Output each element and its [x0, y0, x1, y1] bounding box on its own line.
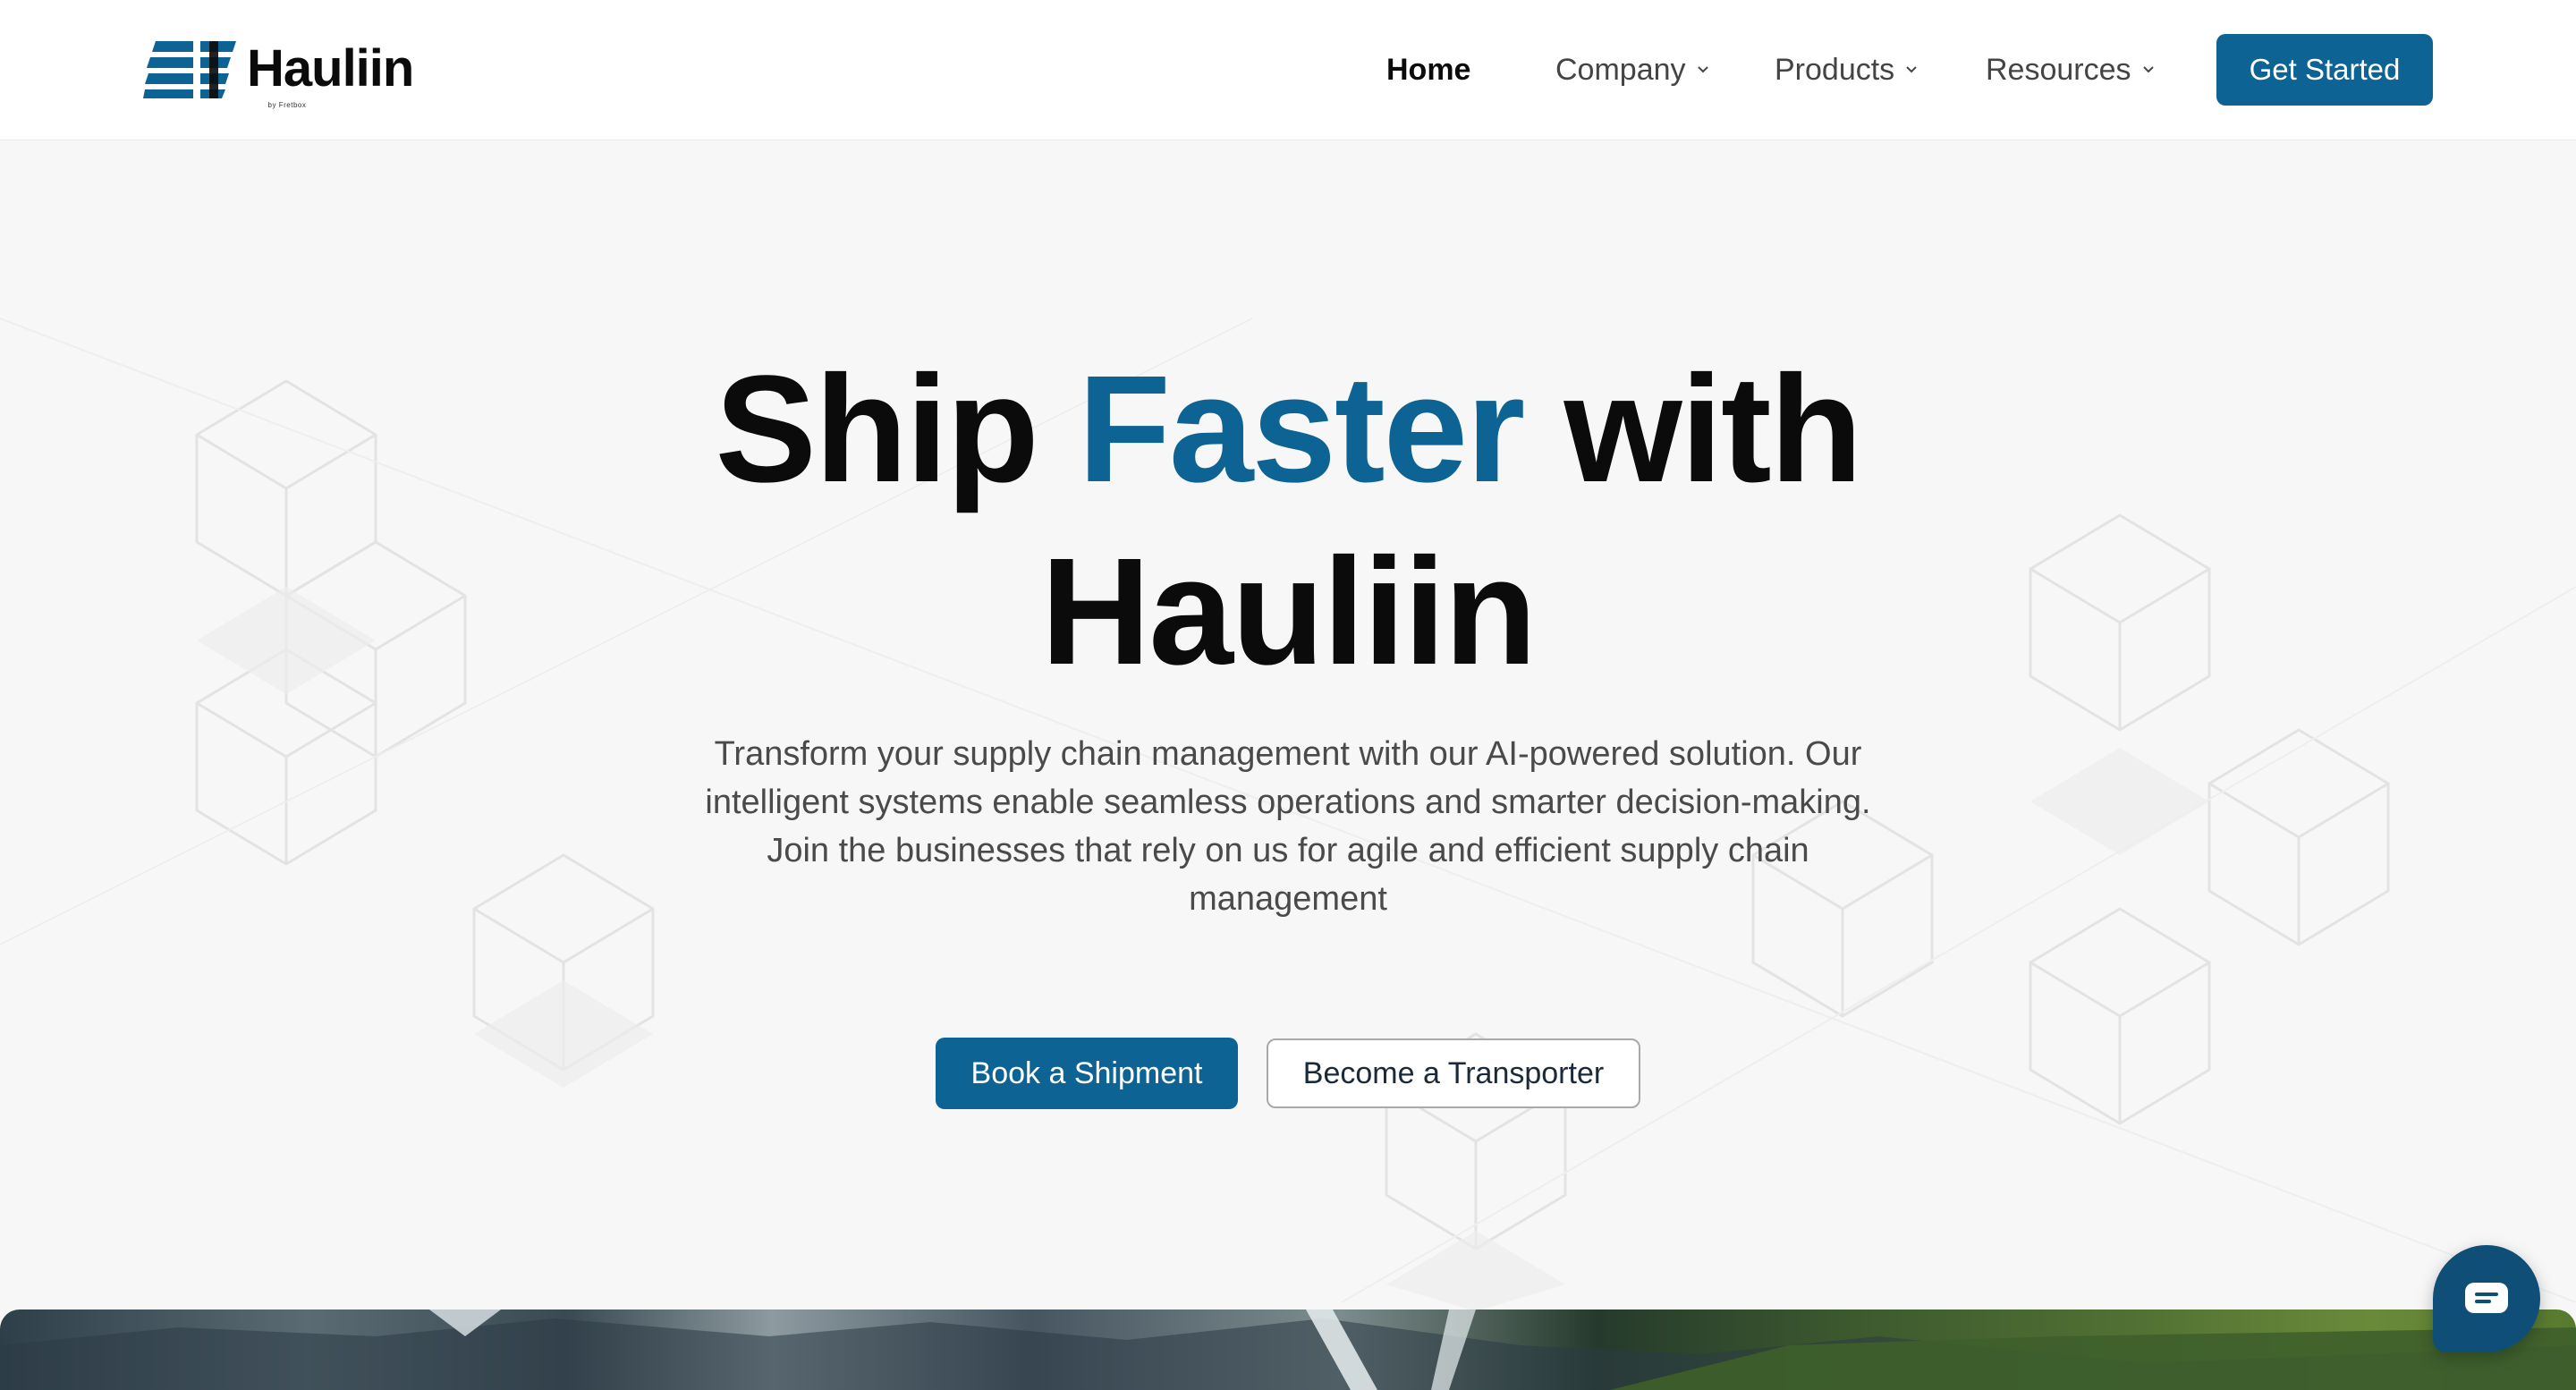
hero-title-part2: with	[1523, 344, 1863, 514]
nav-resources[interactable]: Resources	[1986, 34, 2157, 106]
chat-launcher-button[interactable]	[2433, 1245, 2540, 1352]
chat-icon	[2465, 1283, 2508, 1313]
chevron-down-icon	[1906, 66, 1917, 73]
book-shipment-button[interactable]: Book a Shipment	[936, 1038, 1238, 1109]
nav-home-label: Home	[1386, 52, 1471, 87]
mountain-landscape-illustration	[0, 1309, 2576, 1390]
chevron-down-icon	[1697, 66, 1708, 73]
become-transporter-button[interactable]: Become a Transporter	[1267, 1038, 1640, 1108]
get-started-button[interactable]: Get Started	[2216, 34, 2433, 106]
hero-title: Ship Faster with Hauliin	[0, 338, 2576, 703]
hauliin-logo-mark-icon	[143, 41, 236, 98]
nav-resources-label: Resources	[1986, 52, 2131, 87]
logo-text: Hauliin	[247, 38, 414, 97]
nav-home[interactable]: Home	[1386, 34, 1470, 106]
hero-title-accent: Faster	[1078, 344, 1525, 514]
site-header: Hauliin by Fretbox Home Company Products…	[0, 0, 2576, 140]
chevron-down-icon	[2142, 66, 2154, 73]
logo[interactable]: Hauliin by Fretbox	[143, 32, 414, 109]
logo-subtext: by Fretbox	[267, 101, 307, 109]
background-cube-pattern	[0, 318, 2576, 1311]
hero-description: Transform your supply chain management w…	[705, 735, 1871, 918]
hero-title-line2: Hauliin	[1040, 527, 1538, 697]
nav-products-label: Products	[1775, 52, 1895, 87]
hero-title-part1: Ship	[715, 344, 1079, 514]
nav-company[interactable]: Company	[1555, 34, 1711, 106]
nav-company-label: Company	[1555, 52, 1686, 87]
hero-landscape-image	[0, 1309, 2576, 1390]
nav-products[interactable]: Products	[1775, 34, 1919, 106]
